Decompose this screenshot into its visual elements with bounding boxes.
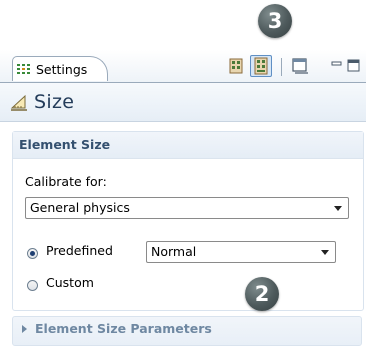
minimize-icon [328, 61, 348, 80]
calibrate-for-label: Calibrate for: [25, 174, 107, 189]
chevron-down-icon [321, 250, 329, 255]
settings-icon [17, 63, 31, 75]
window-restore-button[interactable] [290, 56, 310, 76]
custom-label[interactable]: Custom [46, 275, 94, 290]
maximize-icon [346, 59, 366, 80]
build-mesh-icon [226, 58, 246, 80]
view-tab-strip: Settings [0, 50, 366, 83]
build-all-button[interactable] [250, 55, 272, 77]
element-size-section: Element Size Calibrate for: General phys… [12, 131, 364, 311]
predefined-size-value: Normal [151, 244, 197, 259]
toolbar-separator [281, 58, 282, 76]
panel-header: Size [0, 83, 366, 122]
predefined-radio[interactable] [27, 248, 38, 259]
callout-badge-2: 2 [245, 277, 279, 311]
minimize-button[interactable] [328, 56, 348, 76]
tab-settings[interactable]: Settings [12, 56, 108, 81]
element-size-parameters-section[interactable]: Element Size Parameters [12, 316, 362, 346]
size-icon [10, 93, 28, 111]
custom-radio[interactable] [27, 280, 38, 291]
build-all-icon [251, 57, 271, 80]
predefined-label[interactable]: Predefined [46, 243, 113, 258]
element-size-section-header[interactable]: Element Size [13, 132, 363, 159]
callout-badge-3: 3 [258, 4, 292, 38]
build-mesh-button[interactable] [226, 56, 246, 76]
element-size-parameters-label: Element Size Parameters [35, 321, 212, 336]
tab-settings-label: Settings [36, 61, 88, 77]
page-title: Size [34, 91, 75, 113]
chevron-down-icon [334, 206, 342, 211]
chevron-right-icon [22, 325, 27, 333]
maximize-button[interactable] [346, 56, 366, 76]
calibrate-for-value: General physics [30, 200, 130, 215]
calibrate-for-select[interactable]: General physics [25, 197, 349, 219]
predefined-size-select[interactable]: Normal [146, 241, 336, 263]
window-restore-icon [290, 58, 310, 80]
